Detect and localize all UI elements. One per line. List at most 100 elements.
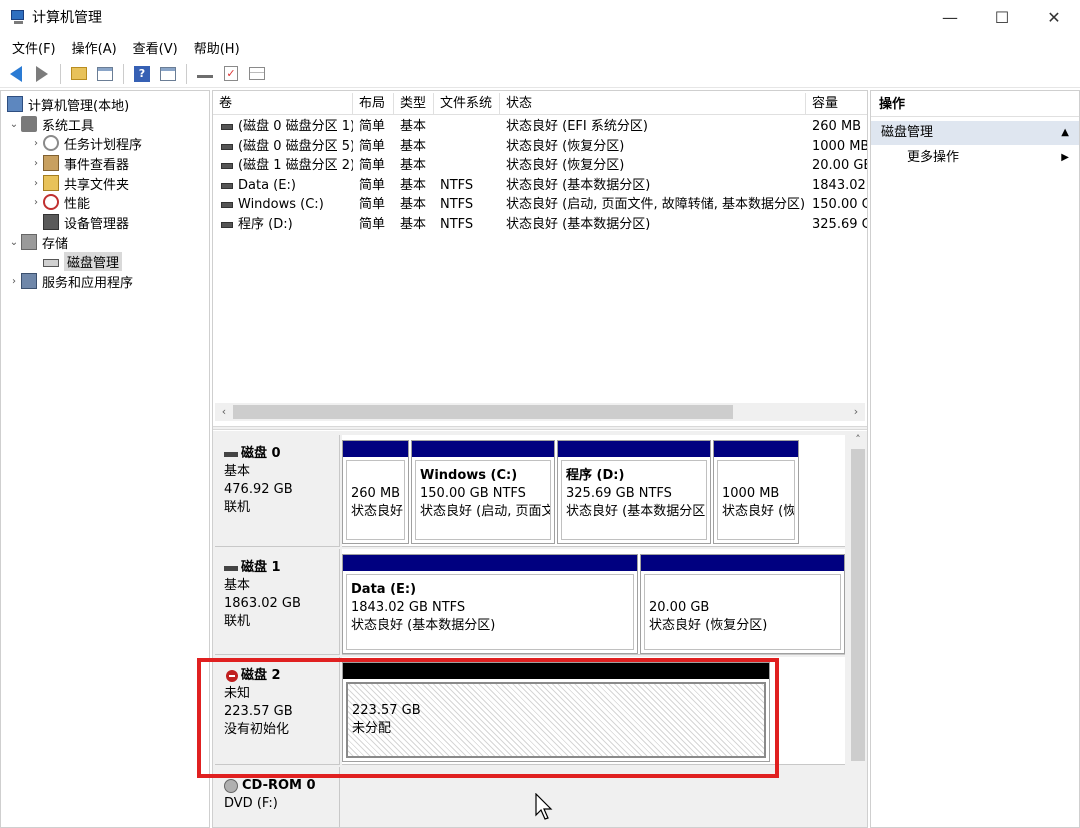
column-header-layout[interactable]: 布局 [353,93,394,115]
volume-icon [221,183,233,189]
volume-layout: 简单 [359,119,386,134]
show-hide-tree-button[interactable] [94,63,116,85]
toolbar-separator [60,63,61,84]
maximize-button[interactable]: ☐ [976,0,1028,34]
disk-info[interactable]: CD-ROM 0 DVD (F:) [215,767,340,827]
disk-state: 联机 [224,614,251,629]
disk-icon [43,259,59,267]
disk-icon [224,565,238,571]
disk-info[interactable]: 磁盘 2 未知 223.57 GB 没有初始化 [215,657,340,765]
properties-icon [249,67,265,80]
volume-status: 状态良好 (恢复分区) [506,139,625,154]
partition-title: Windows (C:) [420,468,518,483]
back-button[interactable] [5,63,27,85]
menu-file[interactable]: 文件(F) [4,38,64,57]
menu-help[interactable]: 帮助(H) [186,38,248,57]
disk-name: 磁盘 1 [241,560,281,575]
table-row[interactable]: (磁盘 0 磁盘分区 5) 简单 基本 状态良好 (恢复分区) 1000 MB [213,137,867,157]
scroll-up-icon[interactable]: ˄ [849,431,867,449]
partition-size: 223.57 GB [352,703,421,718]
collapse-up-icon[interactable]: ▲ [1061,121,1069,145]
tree-item-root[interactable]: 计算机管理(本地) [7,94,129,114]
scrollbar-thumb[interactable] [851,449,865,761]
disk-state: 没有初始化 [224,722,290,737]
scrollbar-thumb[interactable] [233,405,733,419]
table-row[interactable]: (磁盘 0 磁盘分区 1) 简单 基本 状态良好 (EFI 系统分区) 260 … [213,117,867,137]
partition-program-d[interactable]: 程序 (D:) 325.69 GB NTFS 状态良好 (基本数据分区 [557,440,711,544]
pane-splitter[interactable] [213,426,867,430]
menu-view[interactable]: 查看(V) [125,38,186,57]
volume-filesystem: NTFS [440,217,474,232]
show-hide-tree-icon [97,66,113,81]
column-header-type[interactable]: 类型 [394,93,434,115]
column-header-filesystem[interactable]: 文件系统 [434,93,500,115]
disk-partitions [342,767,845,827]
properties-button[interactable] [246,63,268,85]
checklist-button[interactable]: ✓ [220,63,242,85]
disk-info[interactable]: 磁盘 0 基本 476.92 GB 联机 [215,435,340,547]
table-row[interactable]: Windows (C:) 简单 基本 NTFS 状态良好 (启动, 页面文件, … [213,195,867,215]
title-bar: 计算机管理 — ☐ ✕ [0,0,1080,34]
partition-bar [641,555,844,571]
partition-efi[interactable]: 260 MB 状态良好 [342,440,409,544]
chevron-down-icon[interactable]: ⌄ [7,237,21,248]
volume-icon [221,144,233,150]
minimize-button[interactable]: — [924,0,976,34]
tree-item-performance[interactable]: › 性能 [29,192,90,212]
horizontal-scrollbar[interactable]: ‹ › [215,403,865,421]
partition-data-e[interactable]: Data (E:) 1843.02 GB NTFS 状态良好 (基本数据分区) [342,554,638,654]
chevron-right-icon[interactable]: › [7,276,21,287]
chevron-right-icon[interactable]: › [29,158,43,169]
column-header-status[interactable]: 状态 [500,93,806,115]
close-button[interactable]: ✕ [1028,0,1080,34]
partition-title: 程序 (D:) [566,468,625,483]
clock-icon [43,135,59,151]
tree-item-disk-management[interactable]: 磁盘管理 [29,251,123,271]
disk-type: DVD (F:) [224,796,278,811]
chevron-down-icon[interactable]: ⌄ [7,119,21,130]
partition-unallocated[interactable]: 223.57 GB 未分配 [342,662,770,762]
tree-item-storage[interactable]: ⌄ 存储 [7,232,68,252]
column-header-volume[interactable]: 卷 [213,93,353,115]
tree-item-task-scheduler[interactable]: › 任务计划程序 [29,133,142,153]
scroll-left-icon[interactable]: ‹ [215,403,233,421]
forward-arrow-icon [36,65,48,82]
volume-layout: 简单 [359,139,386,154]
table-row[interactable]: Data (E:) 简单 基本 NTFS 状态良好 (基本数据分区) 1843.… [213,176,867,196]
disk-info[interactable]: 磁盘 1 基本 1863.02 GB 联机 [215,549,340,655]
help-button[interactable]: ? [131,63,153,85]
performance-icon [43,194,59,210]
tree-item-event-viewer[interactable]: › 事件查看器 [29,153,129,173]
storage-icon [21,234,37,250]
action-group-disk-management[interactable]: 磁盘管理 ▲ [871,121,1079,145]
tree-item-device-manager[interactable]: 设备管理器 [29,212,129,232]
partition-bar [714,441,798,457]
tree-item-services[interactable]: › 服务和应用程序 [7,271,133,291]
scroll-right-icon[interactable]: › [847,403,865,421]
partition-windows-c[interactable]: Windows (C:) 150.00 GB NTFS 状态良好 (启动, 页面… [411,440,555,544]
vertical-scrollbar[interactable]: ˄ [849,431,867,827]
partition-recovery-disk1[interactable]: 20.00 GB 状态良好 (恢复分区) [640,554,845,654]
column-header-capacity[interactable]: 容量 [806,93,867,115]
chevron-right-icon[interactable]: › [29,178,43,189]
partition-size: 20.00 GB [649,600,710,615]
show-hide-action-pane-button[interactable] [157,63,179,85]
volume-type: 基本 [400,178,427,193]
chevron-right-icon[interactable]: › [29,138,43,149]
up-one-level-button[interactable] [68,63,90,85]
table-row[interactable]: 程序 (D:) 简单 基本 NTFS 状态良好 (基本数据分区) 325.69 … [213,215,867,235]
tree-label: 存储 [42,236,69,252]
table-row[interactable]: (磁盘 1 磁盘分区 2) 简单 基本 状态良好 (恢复分区) 20.00 GB [213,156,867,176]
tree-item-system-tools[interactable]: ⌄ 系统工具 [7,114,94,134]
partition-recovery[interactable]: 1000 MB 状态良好 (恢 [713,440,799,544]
chevron-right-icon[interactable]: › [29,197,43,208]
forward-button[interactable] [31,63,53,85]
disk-type: 未知 [224,686,251,701]
more-actions-item[interactable]: 更多操作 ▶ [871,147,1079,169]
menu-action[interactable]: 操作(A) [64,38,125,57]
shared-folder-icon [43,175,59,191]
key-button[interactable] [194,63,216,85]
tree-item-shared-folders[interactable]: › 共享文件夹 [29,173,129,193]
volume-name: (磁盘 1 磁盘分区 2) [238,158,353,173]
back-arrow-icon [10,65,22,82]
